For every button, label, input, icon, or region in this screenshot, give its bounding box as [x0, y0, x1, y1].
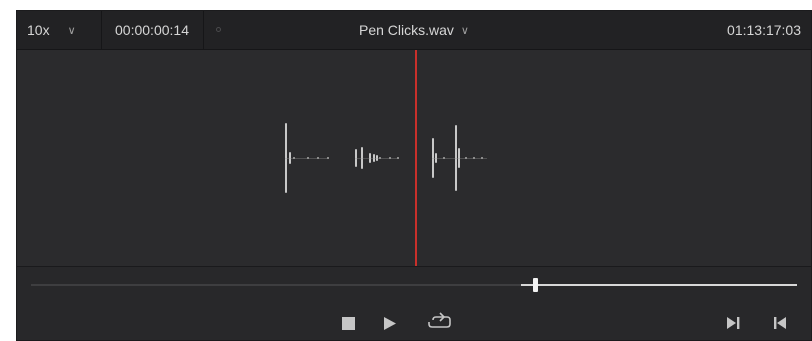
playhead[interactable] — [415, 50, 417, 266]
scrubber-handle[interactable] — [533, 278, 538, 292]
skip-to-start-icon — [774, 317, 786, 329]
chevron-down-icon: ∨ — [460, 24, 469, 37]
zoom-value: 10x — [27, 22, 50, 38]
chevron-down-icon: ∨ — [67, 24, 76, 37]
play-button[interactable] — [383, 316, 397, 336]
current-timecode: 01:13:17:03 — [727, 22, 801, 38]
waveform-baseline — [355, 158, 399, 159]
loop-icon — [428, 312, 451, 328]
skip-to-end-icon — [727, 317, 740, 329]
zoom-dropdown[interactable]: 10x ∨ — [17, 11, 102, 49]
clip-name-dropdown[interactable]: Pen Clicks.wav ∨ — [359, 22, 469, 38]
stop-button[interactable] — [342, 317, 355, 330]
play-icon — [384, 317, 396, 330]
skip-to-end-button[interactable] — [725, 315, 741, 336]
loop-button[interactable] — [425, 311, 455, 340]
skip-to-start-button[interactable] — [772, 315, 788, 336]
viewer-header: 10x ∨ 00:00:00:14 Pen Clicks.wav ∨ 01:13… — [17, 11, 811, 50]
scrubber-track-fill — [521, 284, 797, 286]
waveform-baseline — [432, 158, 487, 159]
transport-controls — [17, 267, 811, 340]
timecode-field[interactable]: 00:00:00:14 — [101, 11, 204, 49]
clip-name-label: Pen Clicks.wav — [359, 22, 454, 38]
waveform-display[interactable] — [17, 50, 811, 267]
audio-viewer: 10x ∨ 00:00:00:14 Pen Clicks.wav ∨ 01:13… — [16, 10, 812, 341]
waveform-baseline — [285, 158, 329, 159]
indicator-dot-icon — [216, 27, 221, 32]
